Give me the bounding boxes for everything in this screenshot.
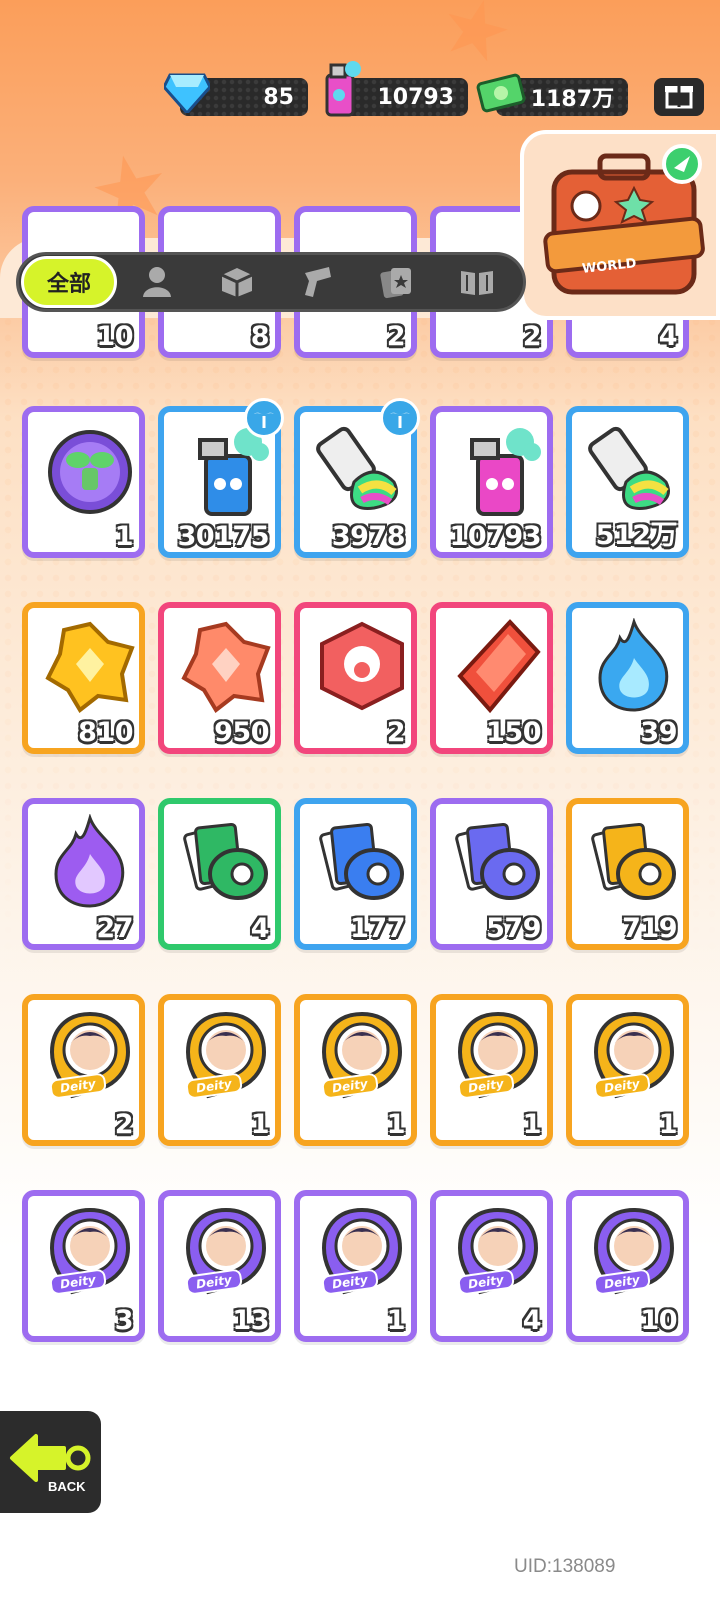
item-count: 2: [522, 321, 542, 352]
item-count: 4: [250, 913, 270, 944]
item-count: 1: [114, 521, 134, 552]
gems-value: 85: [263, 84, 294, 110]
inventory-item-card[interactable]: 950: [158, 602, 281, 754]
category-tab-bar: 全部: [16, 252, 526, 312]
cash-icon: [476, 68, 526, 118]
blue-flame-icon: [586, 617, 682, 714]
spray-gun-icon: [305, 267, 331, 297]
item-count: 1: [386, 1305, 406, 1336]
item-count: 2: [386, 321, 406, 352]
inventory-item-card[interactable]: 1: [22, 406, 145, 558]
inventory-item-card[interactable]: Deity 1: [294, 1190, 417, 1342]
paint-tube-rainbow-icon: [586, 422, 682, 518]
inventory-item-card[interactable]: Deity 4: [430, 1190, 553, 1342]
inventory-item-card[interactable]: 579: [430, 798, 553, 950]
purple-flame-icon: [42, 813, 138, 910]
box-icon: [221, 268, 253, 297]
cash-value: 1187万: [530, 87, 614, 112]
inventory-item-card[interactable]: Deity 10: [566, 1190, 689, 1342]
item-count: 150: [486, 717, 541, 748]
item-count: 10793: [449, 521, 542, 552]
item-count: 1: [658, 1109, 678, 1140]
spray-value: 10793: [377, 84, 454, 110]
purple-tape-icon: [450, 814, 546, 910]
item-count: 810: [78, 717, 133, 748]
inventory-item-card[interactable]: 2: [294, 602, 417, 754]
item-count: 579: [486, 913, 541, 944]
gift-button[interactable]: [654, 78, 704, 116]
inventory-item-card[interactable]: Deity 2: [22, 994, 145, 1146]
inventory-item-card[interactable]: 10793: [430, 406, 553, 558]
item-count: 27: [96, 913, 133, 944]
item-count: 1: [522, 1109, 542, 1140]
world-suitcase-icon: [543, 144, 705, 295]
back-button[interactable]: BACK: [0, 1408, 104, 1516]
red-dice-icon: [314, 618, 410, 714]
inventory-item-card[interactable]: 39: [566, 602, 689, 754]
inventory-item-card[interactable]: 512万: [566, 406, 689, 558]
item-count: 10: [640, 1305, 677, 1336]
item-count: 1: [250, 1109, 270, 1140]
item-count: 2: [114, 1109, 134, 1140]
red-gem-icon: [450, 618, 546, 714]
tab-weapons[interactable]: [277, 256, 357, 308]
gift-box-icon: [664, 80, 694, 114]
item-count: 2: [386, 717, 406, 748]
inventory-item-card[interactable]: 810: [22, 602, 145, 754]
gold-crystal-icon: [42, 618, 138, 714]
item-count: 4: [522, 1305, 542, 1336]
green-tape-icon: [178, 814, 274, 910]
inventory-item-card[interactable]: 177: [294, 798, 417, 950]
orange-crystal-icon: [178, 618, 274, 714]
tab-collection[interactable]: [437, 256, 517, 308]
tab-characters[interactable]: [117, 256, 197, 308]
blue-tape-icon: [314, 814, 410, 910]
pink-spray-can-icon: [450, 422, 546, 518]
inventory-item-card[interactable]: Deity 1: [158, 994, 281, 1146]
item-count: 3978: [331, 521, 406, 552]
tab-items[interactable]: [197, 256, 277, 308]
item-count: 39: [640, 717, 677, 748]
tab-all-label: 全部: [46, 272, 91, 297]
cards-icon: [380, 268, 411, 299]
item-count: 177: [350, 913, 405, 944]
item-count: 1: [386, 1109, 406, 1140]
item-count: 950: [214, 717, 269, 748]
book-icon: [461, 271, 493, 295]
person-icon: [143, 267, 171, 297]
item-count: 4: [658, 321, 678, 352]
inventory-item-card[interactable]: Deity 13: [158, 1190, 281, 1342]
item-count: 512万: [595, 520, 678, 551]
inventory-item-card[interactable]: Deity 1: [566, 994, 689, 1146]
plant-badge-icon: [42, 422, 138, 518]
back-label: BACK: [48, 1479, 86, 1494]
item-count: 13: [232, 1305, 269, 1336]
item-count: 10: [96, 321, 133, 352]
inventory-item-card[interactable]: 719: [566, 798, 689, 950]
world-button[interactable]: WORLD: [520, 130, 720, 320]
item-count: 3: [114, 1305, 134, 1336]
tab-cards[interactable]: [357, 256, 437, 308]
inventory-item-card[interactable]: Deity 3: [22, 1190, 145, 1342]
inventory-item-card[interactable]: 150: [430, 602, 553, 754]
item-count: 719: [622, 913, 677, 944]
inventory-item-card[interactable]: 27: [22, 798, 145, 950]
spray-can-icon: [316, 61, 366, 117]
diamond-icon: [162, 68, 212, 118]
inventory-item-card[interactable]: Deity 1: [430, 994, 553, 1146]
palm-tree-badge-icon: [380, 398, 420, 438]
palm-tree-badge-icon: [244, 398, 284, 438]
gold-tape-icon: [586, 814, 682, 910]
user-id: UID:138089: [514, 1556, 616, 1577]
tab-all[interactable]: 全部: [21, 256, 117, 308]
inventory-item-card[interactable]: 4: [158, 798, 281, 950]
inventory-item-card[interactable]: Deity 1: [294, 994, 417, 1146]
item-count: 8: [250, 321, 270, 352]
item-count: 30175: [177, 521, 270, 552]
